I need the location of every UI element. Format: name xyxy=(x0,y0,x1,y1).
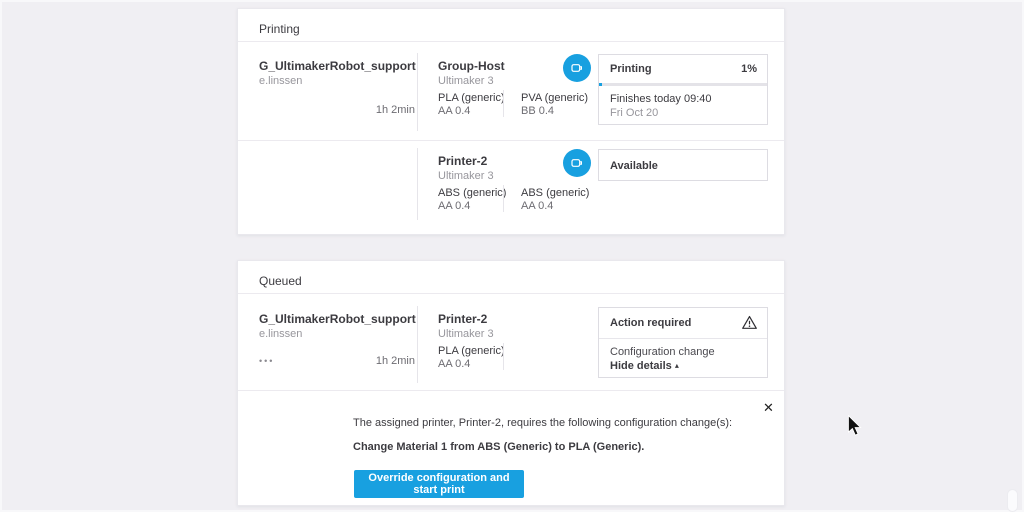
divider xyxy=(599,338,767,339)
printcore-1: AA 0.4 xyxy=(438,200,471,212)
material-1: ABS (generic) xyxy=(438,187,507,199)
caret-up-icon: ▴ xyxy=(674,361,679,370)
divider xyxy=(417,148,418,220)
action-required-status-box: Action required Configuration change Hid… xyxy=(598,307,768,378)
divider xyxy=(503,90,504,117)
divider xyxy=(417,306,418,383)
hide-details-toggle[interactable]: Hide details ▴ xyxy=(610,359,679,373)
camera-icon[interactable] xyxy=(563,149,591,177)
status-header: Printing 1% xyxy=(599,55,767,83)
queued-card: Queued G_UltimakerRobot_support e.linsse… xyxy=(237,260,785,506)
warning-icon xyxy=(741,314,758,336)
mouse-cursor xyxy=(847,414,862,441)
queued-section-title-text: Queued xyxy=(259,274,302,288)
status-label: Printing xyxy=(610,63,652,75)
status-label: Available xyxy=(610,160,658,172)
printcore-1: AA 0.4 xyxy=(438,358,471,370)
printer-model: Ultimaker 3 xyxy=(438,328,494,340)
job-name: G_UltimakerRobot_support xyxy=(259,312,416,326)
printing-section-title: Printing xyxy=(259,20,300,38)
printer-model: Ultimaker 3 xyxy=(438,75,494,87)
available-status-box: Available xyxy=(598,149,768,181)
divider xyxy=(417,53,418,131)
material-1: PLA (generic) xyxy=(438,92,505,104)
status-detail: Configuration change xyxy=(610,346,715,358)
job-owner: e.linssen xyxy=(259,328,303,340)
details-message: The assigned printer, Printer-2, require… xyxy=(353,417,733,429)
close-icon[interactable]: ✕ xyxy=(763,401,774,414)
divider xyxy=(238,140,784,141)
divider xyxy=(238,293,784,294)
print-queue-page: Printing G_UltimakerRobot_support e.lins… xyxy=(0,0,1024,512)
printcore-2: BB 0.4 xyxy=(521,105,555,117)
printcore-2: AA 0.4 xyxy=(521,200,554,212)
finish-date: Fri Oct 20 xyxy=(610,107,659,119)
status-label: Action required xyxy=(610,317,692,329)
material-2: ABS (generic) xyxy=(521,187,590,199)
printer-camera-glyph xyxy=(571,159,582,167)
printer-camera-glyph xyxy=(571,64,582,72)
printing-status-box: Printing 1% Finishes today 09:40 Fri Oct… xyxy=(598,54,768,125)
job-name: G_UltimakerRobot_support xyxy=(259,59,416,73)
queued-section-title: Queued xyxy=(259,272,302,290)
divider xyxy=(238,41,784,42)
finish-time: Finishes today 09:40 xyxy=(610,93,712,105)
hide-details-label: Hide details xyxy=(610,360,672,372)
job-duration: 1h 2min xyxy=(375,104,415,116)
printer-name: Printer-2 xyxy=(438,154,488,168)
status-header: Action required xyxy=(599,308,767,338)
job-owner: e.linssen xyxy=(259,75,303,87)
printer-name: Group-Host xyxy=(438,59,505,73)
printcore-1: AA 0.4 xyxy=(438,105,471,117)
job-duration: 1h 2min xyxy=(375,355,415,367)
divider xyxy=(238,390,784,391)
material-1: PLA (generic) xyxy=(438,345,505,357)
camera-icon[interactable] xyxy=(563,54,591,82)
printing-section-title-text: Printing xyxy=(259,22,300,36)
override-configuration-button[interactable]: Override configuration and start print xyxy=(354,470,524,498)
progress-bar xyxy=(599,83,767,86)
printer-model: Ultimaker 3 xyxy=(438,170,494,182)
vertical-scrollbar[interactable] xyxy=(1007,489,1018,512)
details-change: Change Material 1 from ABS (Generic) to … xyxy=(353,441,645,453)
divider xyxy=(503,343,504,370)
progress-bar-fill xyxy=(599,83,602,86)
printer-name: Printer-2 xyxy=(438,312,488,326)
printing-card: Printing G_UltimakerRobot_support e.lins… xyxy=(237,8,785,235)
divider xyxy=(503,185,504,212)
progress-percent: 1% xyxy=(741,63,757,75)
material-2: PVA (generic) xyxy=(521,92,589,104)
